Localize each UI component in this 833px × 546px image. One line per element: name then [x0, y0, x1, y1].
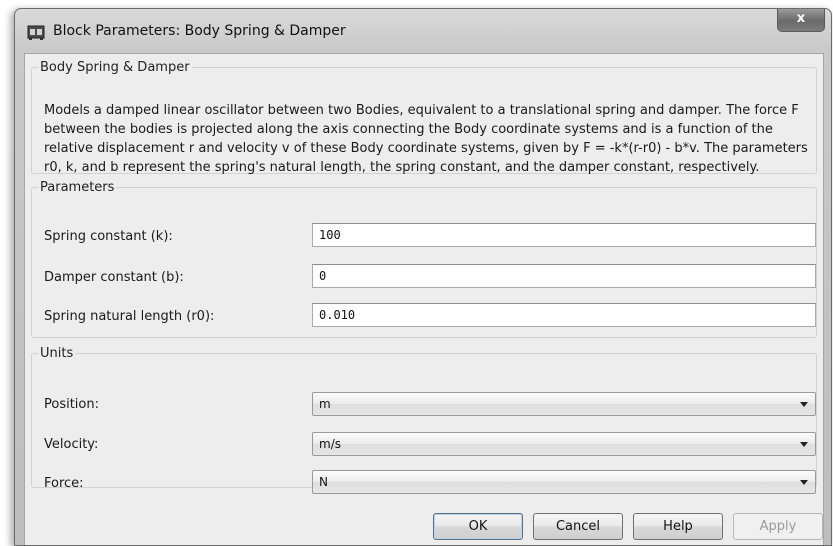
chevron-down-icon	[800, 480, 808, 485]
block-parameters-dialog: Block Parameters: Body Spring & Damper x…	[14, 8, 832, 546]
units-group-title: Units	[40, 346, 74, 361]
description-group-title: Body Spring & Damper	[40, 60, 190, 75]
chevron-down-icon	[800, 442, 808, 447]
force-unit-value: N	[319, 475, 328, 489]
simulink-block-icon	[27, 25, 45, 40]
apply-button[interactable]: Apply	[733, 513, 823, 540]
description-group: Body Spring & Damper Models a damped lin…	[31, 60, 817, 175]
ok-button[interactable]: OK	[433, 513, 523, 540]
title-bar[interactable]: Block Parameters: Body Spring & Damper x	[15, 9, 831, 53]
block-description: Models a damped linear oscillator betwee…	[44, 103, 808, 175]
close-button[interactable]: x	[777, 9, 825, 32]
velocity-unit-select[interactable]: m/s	[312, 432, 816, 456]
close-icon: x	[796, 11, 806, 26]
natural-length-field[interactable]: 0.010	[312, 303, 816, 327]
position-unit-label: Position:	[44, 397, 99, 412]
units-group: Units Position: m Velocity: m/s Force: N	[31, 346, 817, 494]
velocity-unit-label: Velocity:	[44, 437, 99, 452]
spring-constant-field[interactable]: 100	[312, 223, 816, 247]
parameters-group-title: Parameters	[40, 180, 115, 195]
cancel-button[interactable]: Cancel	[533, 513, 623, 540]
velocity-unit-value: m/s	[319, 437, 341, 451]
position-unit-value: m	[319, 397, 331, 411]
natural-length-label: Spring natural length (r0):	[44, 309, 215, 324]
help-button[interactable]: Help	[633, 513, 723, 540]
damper-constant-label: Damper constant (b):	[44, 270, 184, 285]
window-title: Block Parameters: Body Spring & Damper	[53, 23, 346, 39]
damper-constant-field[interactable]: 0	[312, 264, 816, 288]
spring-constant-label: Spring constant (k):	[44, 229, 173, 244]
parameters-group: Parameters Spring constant (k): 100 Damp…	[31, 180, 817, 338]
chevron-down-icon	[800, 402, 808, 407]
force-unit-label: Force:	[44, 476, 84, 491]
position-unit-select[interactable]: m	[312, 392, 816, 416]
dialog-body: Body Spring & Damper Models a damped lin…	[24, 53, 824, 545]
force-unit-select[interactable]: N	[312, 470, 816, 494]
